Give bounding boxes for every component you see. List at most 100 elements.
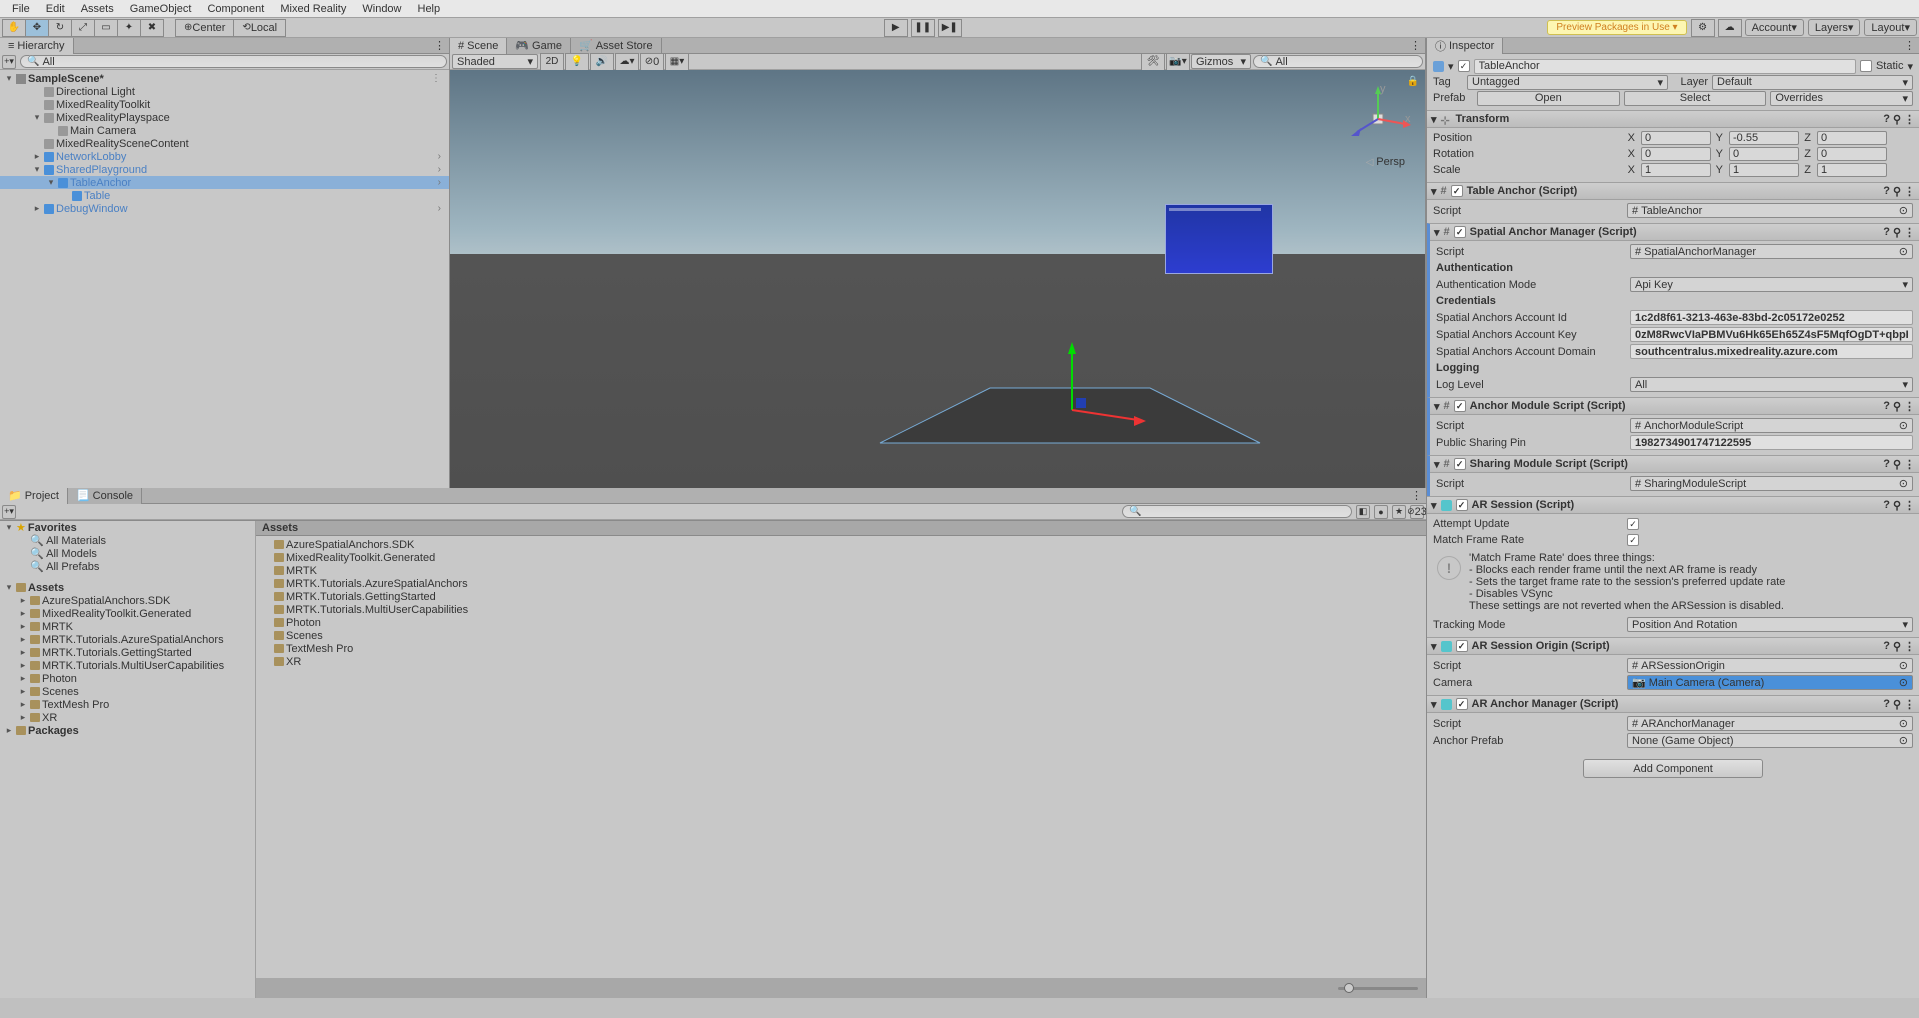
rotate-tool[interactable]: ↻	[48, 19, 72, 37]
help-icon[interactable]: ?	[1883, 499, 1890, 512]
asset-folder-item[interactable]: AzureSpatialAnchors.SDK	[256, 538, 1426, 551]
ar-origin-enabled[interactable]: ✓	[1456, 640, 1468, 652]
project-tab[interactable]: 📁Project	[0, 488, 68, 504]
anchor-module-enabled[interactable]: ✓	[1454, 400, 1466, 412]
account-dropdown[interactable]: Account ▾	[1745, 19, 1804, 36]
menu-gameobject[interactable]: GameObject	[122, 1, 200, 17]
inspector-menu-icon[interactable]: ⋮	[1900, 39, 1919, 52]
asset-folder-item[interactable]: Scenes	[256, 629, 1426, 642]
match-frame-rate-checkbox[interactable]: ✓	[1627, 534, 1639, 546]
asset-folder-item[interactable]: TextMesh Pro	[256, 642, 1426, 655]
script-field[interactable]: #SharingModuleScript⊙	[1630, 476, 1913, 491]
transform-tool[interactable]: ✦	[117, 19, 141, 37]
favorite-item[interactable]: 🔍 All Prefabs	[0, 560, 255, 573]
folder-item[interactable]: ▸ MixedRealityToolkit.Generated	[0, 607, 255, 620]
position-y[interactable]	[1729, 131, 1799, 145]
collab-button[interactable]: ⚙	[1691, 19, 1715, 37]
gizmos-dropdown[interactable]: Gizmos▾	[1191, 54, 1251, 69]
scene-row[interactable]: ▾ SampleScene*⋮	[0, 72, 449, 85]
anchor-module-header[interactable]: ▾#✓ Anchor Module Script (Script) ?⚲⋮	[1430, 398, 1919, 415]
pause-button[interactable]: ❚❚	[911, 19, 935, 37]
folder-item[interactable]: ▸ MRTK.Tutorials.GettingStarted	[0, 646, 255, 659]
ar-anchor-enabled[interactable]: ✓	[1456, 698, 1468, 710]
move-tool[interactable]: ✥	[25, 19, 49, 37]
project-hidden-count[interactable]: ⊘23	[1410, 505, 1424, 519]
sharing-pin-field[interactable]	[1630, 435, 1913, 450]
table-anchor-header[interactable]: ▾#✓ Table Anchor (Script) ?⚲⋮	[1427, 183, 1919, 200]
grid-toggle[interactable]: ▦▾	[665, 53, 689, 71]
ar-session-header[interactable]: ▾✓ AR Session (Script) ?⚲⋮	[1427, 497, 1919, 514]
folder-item[interactable]: ▸ XR	[0, 711, 255, 724]
gameobject-active-checkbox[interactable]: ✓	[1458, 60, 1470, 72]
scale-z[interactable]	[1817, 163, 1887, 177]
hierarchy-item[interactable]: MixedRealityToolkit	[0, 98, 449, 111]
help-icon[interactable]: ?	[1883, 640, 1890, 653]
project-filter-3[interactable]: ★	[1392, 505, 1406, 519]
hierarchy-item[interactable]: Directional Light	[0, 85, 449, 98]
component-menu-icon[interactable]: ⋮	[1904, 400, 1915, 413]
audio-toggle[interactable]: 🔊	[590, 53, 614, 71]
scale-y[interactable]	[1729, 163, 1799, 177]
help-icon[interactable]: ?	[1883, 458, 1890, 471]
scene-search[interactable]: 🔍All	[1253, 55, 1423, 68]
position-z[interactable]	[1817, 131, 1887, 145]
asset-folder-item[interactable]: MRTK.Tutorials.AzureSpatialAnchors	[256, 577, 1426, 590]
hierarchy-create-button[interactable]: +▾	[2, 55, 16, 69]
anchor-prefab-field[interactable]: None (Game Object)⊙	[1627, 733, 1913, 748]
script-field[interactable]: #ARSessionOrigin⊙	[1627, 658, 1913, 673]
layout-dropdown[interactable]: Layout ▾	[1864, 19, 1917, 36]
hierarchy-search[interactable]: 🔍All	[20, 55, 447, 68]
table-anchor-enabled[interactable]: ✓	[1451, 185, 1463, 197]
hierarchy-item[interactable]: ▾ SharedPlayground›	[0, 163, 449, 176]
menu-assets[interactable]: Assets	[73, 1, 122, 17]
project-breadcrumb[interactable]: Assets	[256, 521, 1426, 536]
folder-item[interactable]: ▸ MRTK.Tutorials.AzureSpatialAnchors	[0, 633, 255, 646]
shading-mode-dropdown[interactable]: Shaded▾	[452, 54, 538, 69]
play-button[interactable]: ▶	[884, 19, 908, 37]
asset-folder-item[interactable]: MRTK.Tutorials.GettingStarted	[256, 590, 1426, 603]
favorite-item[interactable]: 🔍 All Materials	[0, 534, 255, 547]
help-icon[interactable]: ?	[1883, 226, 1890, 239]
tools-icon[interactable]: 🛠	[1141, 53, 1165, 71]
project-create-button[interactable]: +▾	[2, 505, 16, 519]
thumbnail-size-slider[interactable]	[1338, 987, 1418, 990]
menu-help[interactable]: Help	[410, 1, 449, 17]
hierarchy-item[interactable]: ▸ DebugWindow›	[0, 202, 449, 215]
inspector-tab[interactable]: ⓘInspector	[1427, 38, 1503, 54]
menu-component[interactable]: Component	[199, 1, 272, 17]
prefab-overrides-dropdown[interactable]: Overrides▾	[1770, 91, 1913, 106]
cloud-button[interactable]: ☁	[1718, 19, 1742, 37]
help-icon[interactable]: ?	[1883, 400, 1890, 413]
component-menu-icon[interactable]: ⋮	[1904, 185, 1915, 198]
component-menu-icon[interactable]: ⋮	[1904, 499, 1915, 512]
hand-tool[interactable]: ✋	[2, 19, 26, 37]
console-tab[interactable]: 📃Console	[68, 488, 142, 504]
help-icon[interactable]: ?	[1883, 185, 1890, 198]
lighting-toggle[interactable]: 💡	[565, 53, 589, 71]
hierarchy-item[interactable]: Main Camera	[0, 124, 449, 137]
scale-tool[interactable]: ⤢	[71, 19, 95, 37]
folder-item[interactable]: ▸ MRTK.Tutorials.MultiUserCapabilities	[0, 659, 255, 672]
preset-icon[interactable]: ⚲	[1893, 226, 1901, 239]
game-tab[interactable]: 🎮Game	[507, 38, 571, 54]
script-field[interactable]: #ARAnchorManager⊙	[1627, 716, 1913, 731]
preset-icon[interactable]: ⚲	[1893, 698, 1901, 711]
attempt-update-checkbox[interactable]: ✓	[1627, 518, 1639, 530]
favorites-header[interactable]: ▾★ Favorites	[0, 521, 255, 534]
prefab-select-button[interactable]: Select	[1624, 91, 1767, 106]
folder-item[interactable]: ▸ TextMesh Pro	[0, 698, 255, 711]
hierarchy-item[interactable]: ▸ NetworkLobby›	[0, 150, 449, 163]
project-search[interactable]: 🔍	[1122, 505, 1352, 518]
tag-dropdown[interactable]: Untagged▾	[1467, 75, 1668, 90]
menu-edit[interactable]: Edit	[38, 1, 73, 17]
ar-session-enabled[interactable]: ✓	[1456, 499, 1468, 511]
static-checkbox[interactable]	[1860, 60, 1872, 72]
log-level-dropdown[interactable]: All▾	[1630, 377, 1913, 392]
sharing-module-header[interactable]: ▾#✓ Sharing Module Script (Script) ?⚲⋮	[1430, 456, 1919, 473]
auth-mode-dropdown[interactable]: Api Key▾	[1630, 277, 1913, 292]
asset-folder-item[interactable]: MixedRealityToolkit.Generated	[256, 551, 1426, 564]
rotation-z[interactable]	[1817, 147, 1887, 161]
folder-item[interactable]: ▸ AzureSpatialAnchors.SDK	[0, 594, 255, 607]
position-x[interactable]	[1641, 131, 1711, 145]
asset-folder-item[interactable]: Photon	[256, 616, 1426, 629]
